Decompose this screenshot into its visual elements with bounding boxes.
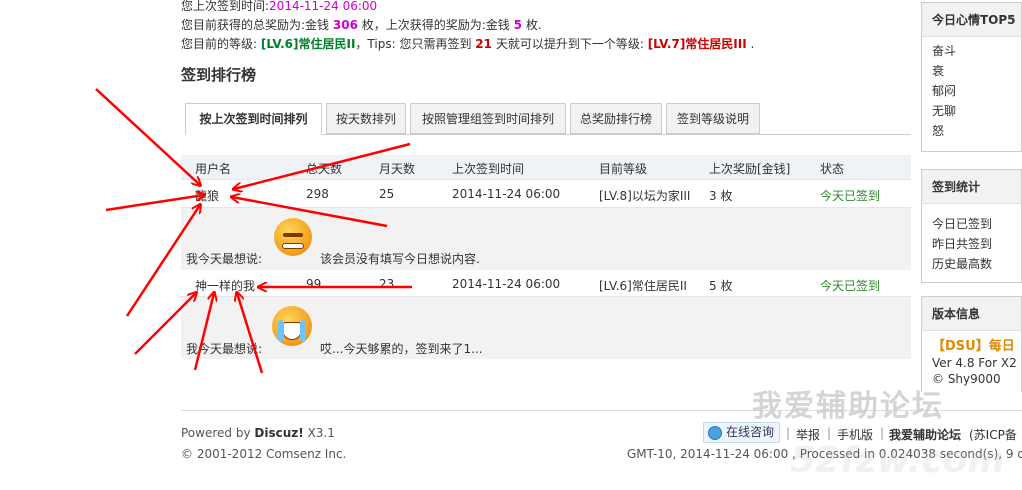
col-level: 目前等级 [599,162,648,176]
last-signin-value: 2014-11-24 06:00 [269,0,378,13]
sidebar-stat-item: 昨日共签到 [932,237,993,251]
powered-version: X3.1 [307,426,335,440]
powered-brand-link[interactable]: Discuz! [254,426,303,440]
row-total-days: 298 [306,187,329,201]
last-signin-line: 您上次签到时间:2014-11-24 06:00 [181,0,377,14]
sidebar-version-box: 版本信息 【DSU】每日 Ver 4.8 For X2 © Shy9000 [921,296,1022,392]
last-signin-label: 您上次签到时间: [181,0,270,13]
level-prefix: 您目前的等级: [181,37,258,51]
row-month-days: 25 [379,187,395,201]
sidebar-version-brand: 【DSU】每日 [932,339,1015,354]
row-level: [LV.8]以坛为家III [599,189,691,203]
reward-unit: 枚，上次获得的奖励为:金钱 [361,18,510,32]
powered-by: Powered by Discuz! X3.1 [181,426,335,440]
sidebar-version-title: 版本信息 [922,297,1021,331]
row-reward: 3 枚 [709,189,733,203]
tab-by-last-signin[interactable]: 按上次签到时间排列 [185,103,322,135]
mood-text: 该会员没有填写今日想说内容. [320,252,480,266]
level-tips: ，Tips: 您只需再签到 [355,37,472,51]
reward-total: 306 [332,18,358,32]
footer-sep: | [827,426,832,440]
watermark-url: 52fzw.com [790,440,1005,481]
mood-crying-face-icon [272,306,312,346]
table-row: 神一样的我 99 23 2014-11-24 06:00 [LV.6]常住居民I… [181,271,911,297]
level-next[interactable]: [LV.7]常住居民III [648,37,747,51]
reward-last: 5 [513,18,522,32]
sidebar-stat-item: 历史最高数 [932,257,993,271]
row-status: 今天已签到 [820,189,881,203]
sidebar-version-author: © Shy9000 [932,372,1001,386]
tab-by-admin-time[interactable]: 按照管理组签到时间排列 [410,103,566,134]
sidebar-stats-box: 签到统计 今日已签到 昨日共签到 历史最高数 [921,169,1022,283]
level-mid: 天就可以提升到下一个等级: [495,37,644,51]
row-level: [LV.6]常住居民II [599,279,687,293]
mood-row: 我今天最想说: 该会员没有填写今日想说内容. [181,208,911,270]
row-last-time: 2014-11-24 06:00 [452,277,561,291]
mood-row: 我今天最想说: 哎...今天够累的，签到来了1... [181,297,911,359]
row-status: 今天已签到 [820,279,881,293]
consult-icon [708,426,722,440]
sidebar-mood-box: 今日心情TOP5 奋斗 衰 郁闷 无聊 怒 [921,2,1022,152]
consult-label: 在线咨询 [726,425,775,439]
footer-sep: | [880,426,885,440]
sidebar-mood-item[interactable]: 衰 [922,61,1021,81]
reward-prefix: 您目前获得的总奖励为:金钱 [181,18,330,32]
sidebar-mood-item[interactable]: 郁闷 [922,81,1021,101]
tab-level-info[interactable]: 签到等级说明 [666,103,760,134]
mood-face-icon [274,218,312,256]
tab-by-days[interactable]: 按天数排列 [326,103,406,134]
level-end: . [750,37,755,51]
mood-label: 我今天最想说: [186,342,263,356]
sidebar-version-line: Ver 4.8 For X2 [932,356,1017,370]
powered-prefix: Powered by [181,426,251,440]
sidebar-mood-title: 今日心情TOP5 [922,3,1021,37]
level-days: 21 [475,37,492,51]
sidebar-stat-item: 今日已签到 [932,217,993,231]
table-row: 龍狼 298 25 2014-11-24 06:00 [LV.8]以坛为家III… [181,181,911,208]
row-username[interactable]: 龍狼 [195,187,219,204]
row-month-days: 23 [379,277,395,291]
watermark-text: 我爱辅助论坛 [752,389,944,424]
mood-label: 我今天最想说: [186,252,263,266]
online-consult-button[interactable]: 在线咨询 [703,422,780,443]
reward-line: 您目前获得的总奖励为:金钱 306 枚，上次获得的奖励为:金钱 5 枚. [181,16,542,33]
col-month-days: 月天数 [379,162,416,176]
col-total-days: 总天数 [306,162,343,176]
table-header: 用户名 总天数 月天数 上次签到时间 目前等级 上次奖励[金钱] 状态 [181,155,911,180]
col-last-time: 上次签到时间 [452,162,525,176]
sidebar-mood-item[interactable]: 奋斗 [922,41,1021,61]
row-total-days: 99 [306,277,322,291]
row-username[interactable]: 神一样的我 [195,277,255,294]
copyright: © 2001-2012 Comsenz Inc. [181,447,347,461]
level-current: [LV.6]常住居民II [260,37,356,51]
tab-reward-ranking[interactable]: 总奖励排行榜 [570,103,662,134]
row-last-time: 2014-11-24 06:00 [452,187,561,201]
row-reward: 5 枚 [709,279,733,293]
section-title: 签到排行榜 [181,66,257,84]
level-line: 您目前的等级: [LV.6]常住居民II，Tips: 您只需再签到 21 天就可… [181,35,754,52]
footer-sep: | [786,426,791,440]
mood-text: 哎...今天够累的，签到来了1... [320,342,483,356]
col-status: 状态 [820,162,845,176]
sidebar-stats-title: 签到统计 [922,170,1021,204]
col-reward: 上次奖励[金钱] [709,162,791,176]
reward-last-unit: 枚. [525,18,542,32]
sidebar-mood-item[interactable]: 怒 [922,121,1021,141]
sidebar-mood-item[interactable]: 无聊 [922,101,1021,121]
col-username: 用户名 [195,162,232,176]
